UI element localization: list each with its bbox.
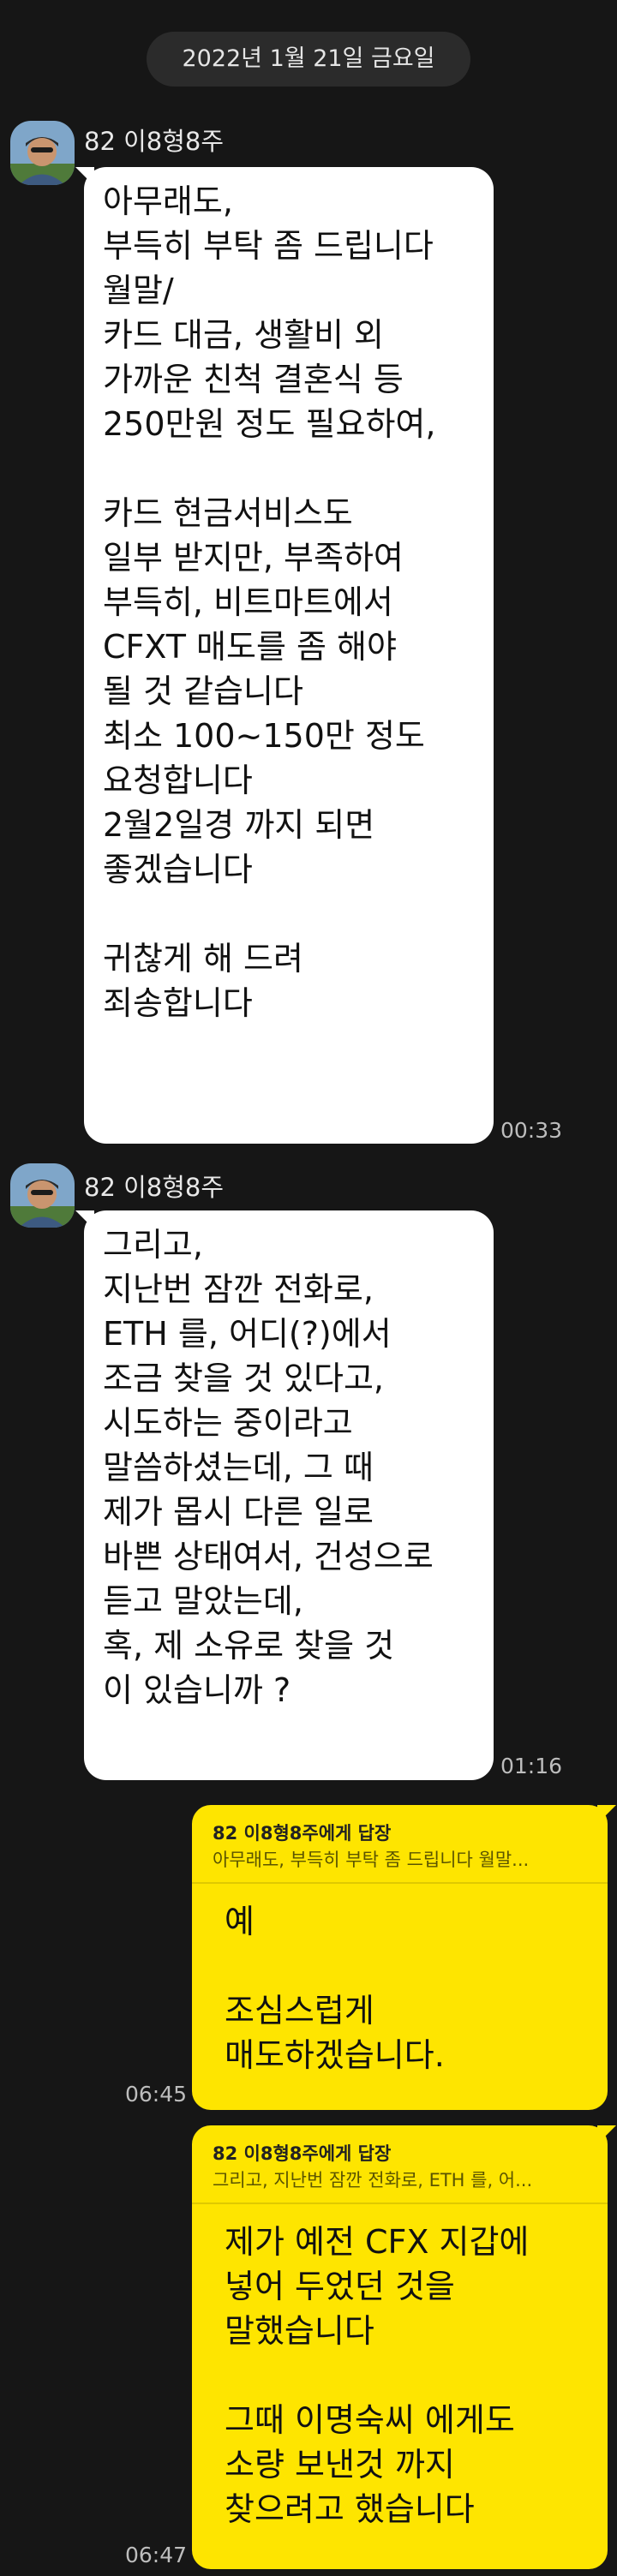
reply-quote: 아무래도, 부득히 부탁 좀 드립니다 월말...: [213, 1850, 530, 1870]
reply-text: 예 조심스럽게 매도하겠습니다.: [225, 1903, 445, 2074]
sender-avatar[interactable]: [10, 121, 75, 185]
reply-header[interactable]: 82 이8형8주에게 답장 그리고, 지난번 잠깐 전화로, ETH 를, 어.…: [192, 2125, 608, 2204]
reply-to-label: 82 이8형8주에게 답장: [213, 1823, 392, 1844]
reply-to-label: 82 이8형8주에게 답장: [213, 2143, 392, 2164]
sender-name: 82 이8형8주: [84, 127, 225, 156]
reply-quote: 그리고, 지난번 잠깐 전화로, ETH 를, 어...: [213, 2170, 533, 2190]
outgoing-reply-bubble[interactable]: 82 이8형8주에게 답장 아무래도, 부득히 부탁 좀 드립니다 월말... …: [192, 1805, 608, 2110]
message-time: 00:33: [500, 1118, 563, 1143]
sender-avatar[interactable]: [10, 1163, 75, 1228]
date-divider: 2022년 1월 21일 금요일: [147, 32, 470, 87]
reply-header[interactable]: 82 이8형8주에게 답장 아무래도, 부득히 부탁 좀 드립니다 월말...: [192, 1805, 608, 1884]
outgoing-reply-bubble[interactable]: 82 이8형8주에게 답장 그리고, 지난번 잠깐 전화로, ETH 를, 어.…: [192, 2125, 608, 2569]
message-time: 01:16: [500, 1754, 563, 1778]
message-time: 06:45: [125, 2082, 188, 2107]
sender-name: 82 이8형8주: [84, 1173, 225, 1202]
incoming-message-bubble[interactable]: 그리고, 지난번 잠깐 전화로, ETH 를, 어디(?)에서 조금 찾을 것 …: [84, 1210, 494, 1780]
message-time: 06:47: [125, 2543, 188, 2567]
incoming-message-bubble[interactable]: 아무래도, 부득히 부탁 좀 드립니다 월말/ 카드 대금, 생활비 외 가까운…: [84, 167, 494, 1144]
reply-text: 제가 예전 CFX 지갑에 넣어 두었던 것을 말했습니다 그때 이명숙씨 에게…: [225, 2223, 530, 2528]
